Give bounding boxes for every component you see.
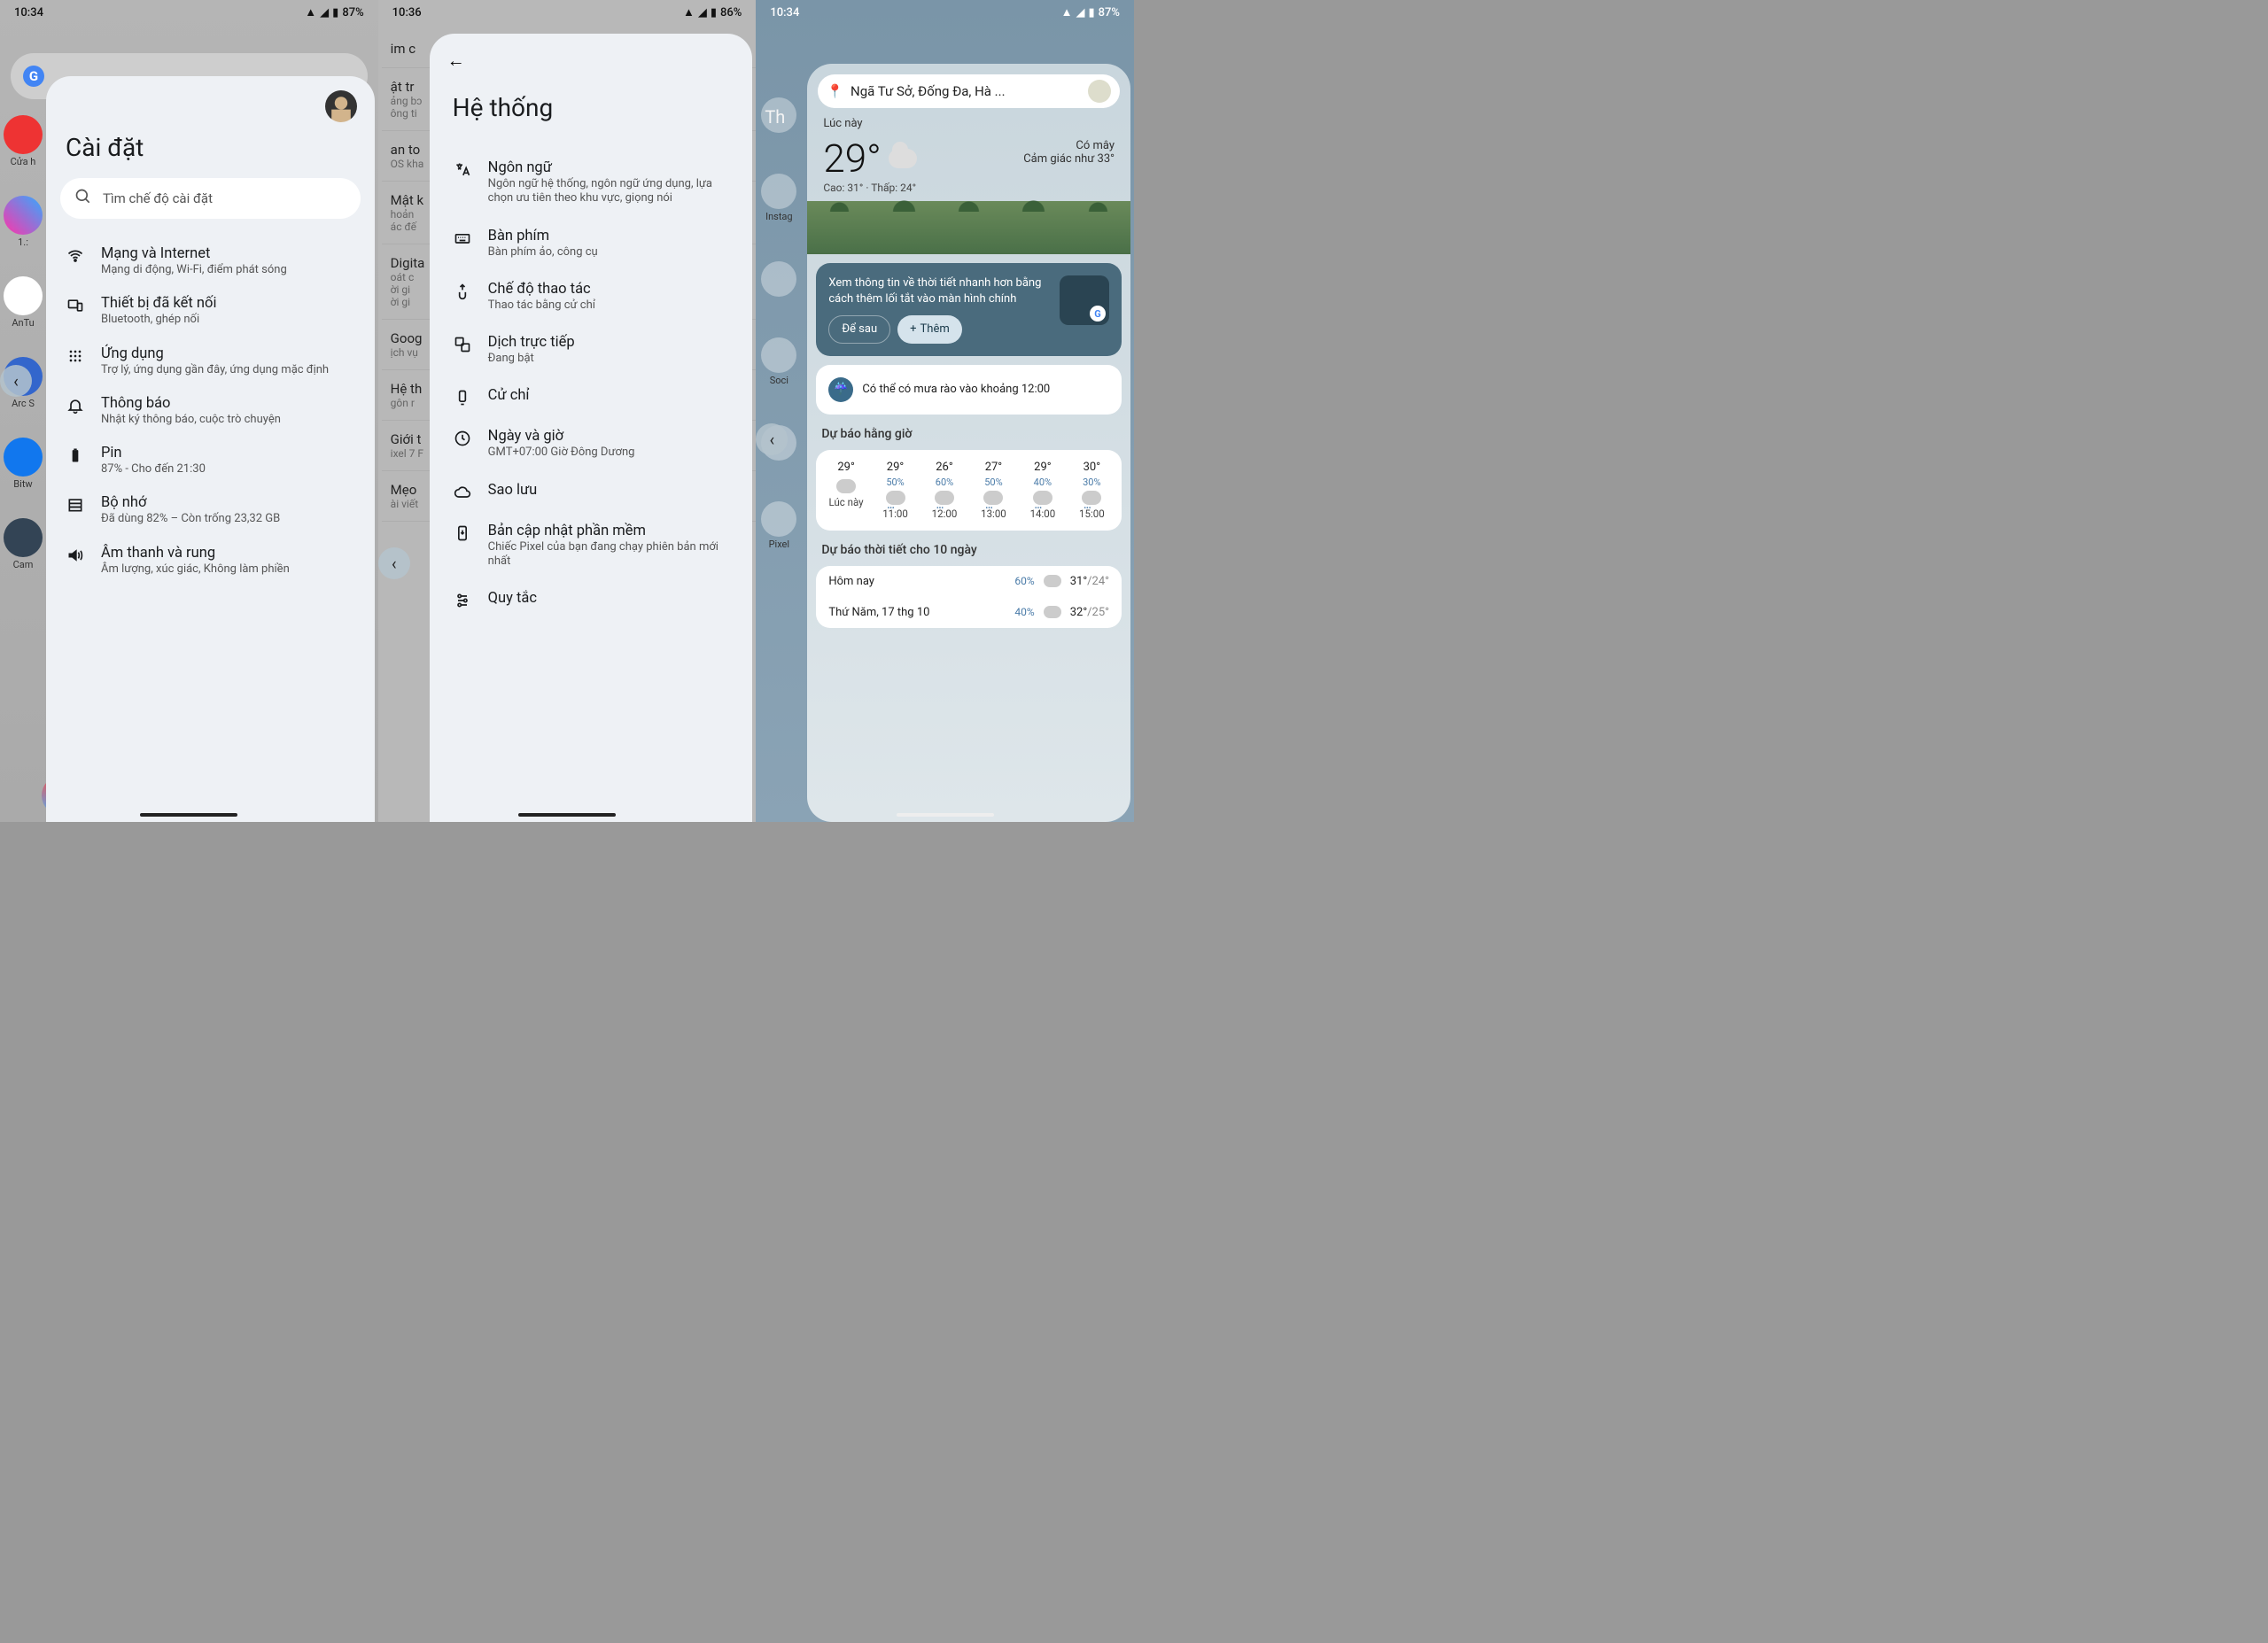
clock-icon [453, 430, 472, 447]
rain-alert-card[interactable]: ☔ Có thể có mưa rào vào khoảng 12:00 [816, 365, 1122, 415]
settings-row-devices[interactable]: Thiết bị đã kết nốiBluetooth, ghép nối [46, 286, 375, 336]
rules-icon [453, 592, 472, 609]
weather-icon [1044, 575, 1061, 587]
hour-col: 30° 30% 15:00 [1068, 461, 1116, 520]
settings-row-wifi[interactable]: Mạng và InternetMạng di động, Wi-Fi, điể… [46, 236, 375, 286]
sound-icon [66, 546, 85, 564]
hourly-forecast[interactable]: 29° Lúc này 29° 50% 11:00 26° 60% 12:00 … [816, 450, 1122, 531]
nav-pill[interactable] [140, 813, 237, 817]
search-placeholder: Tìm chế độ cài đặt [103, 190, 213, 206]
home-apps-column: Cửa h 1.: AnTu Arc S Bitw Cam [4, 115, 43, 570]
promo-preview [1060, 275, 1109, 325]
now-label: Lúc này [823, 117, 1115, 130]
settings-row-apps[interactable]: Ứng dụngTrợ lý, ứng dụng gần đây, ứng dụ… [46, 337, 375, 386]
daily-title: Dự báo thời tiết cho 10 ngày [807, 539, 1130, 562]
storage-icon [66, 496, 85, 514]
update-icon [453, 524, 472, 542]
later-button[interactable]: Để sau [828, 315, 890, 344]
settings-row-storage[interactable]: Bộ nhớĐã dùng 82% – Còn trống 23,32 GB [46, 485, 375, 535]
settings-search[interactable]: Tìm chế độ cài đặt [60, 178, 361, 219]
weather-icon [983, 491, 1003, 505]
notif-icon [66, 397, 85, 415]
system-row-clock[interactable]: Ngày và giờGMT+07:00 Giờ Đông Dương [430, 417, 753, 470]
status-right: ▲ ◢ ▮ 87% [305, 5, 363, 19]
home-apps-column: InstagSociPixel [761, 97, 796, 550]
back-button[interactable]: ← [430, 50, 753, 93]
wifi-icon: ▲ [305, 5, 316, 19]
hour-col: 26° 60% 12:00 [920, 461, 968, 520]
hand-icon [453, 389, 472, 407]
back-chevron[interactable]: ‹ [378, 547, 410, 579]
system-row-lang[interactable]: Ngôn ngữNgôn ngữ hệ thống, ngôn ngữ ứng … [430, 149, 753, 217]
weather-icon [836, 479, 856, 493]
cloud-icon [453, 484, 472, 501]
shortcut-promo-card: Xem thông tin về thời tiết nhanh hơn bằn… [816, 263, 1122, 356]
hour-col: 27° 50% 13:00 [969, 461, 1018, 520]
weather-sheet: 📍 Ngã Tư Sở, Đống Đa, Hà ... Lúc này 29°… [807, 64, 1130, 822]
devices-icon [66, 297, 85, 314]
nav-pill[interactable] [897, 813, 994, 817]
weather-icon [935, 491, 954, 505]
status-time: 10:36 [392, 6, 422, 19]
signal-icon: ◢ [320, 6, 329, 19]
system-row-translate[interactable]: Dịch trực tiếpĐang bật [430, 323, 753, 376]
settings-row-sound[interactable]: Âm thanh và rungÂm lượng, xúc giác, Khôn… [46, 536, 375, 585]
settings-row-notif[interactable]: Thông báoNhật ký thông báo, cuộc trò chu… [46, 386, 375, 436]
google-icon: G [23, 66, 44, 87]
settings-sheet: Cài đặt Tìm chế độ cài đặt Mạng và Inter… [46, 76, 375, 822]
hourly-title: Dự báo hằng giờ [807, 423, 1130, 446]
rain-icon: ☔ [828, 377, 853, 402]
weather-icon [1044, 606, 1061, 618]
system-row-cloud[interactable]: Sao lưu [430, 471, 753, 512]
lang-icon [453, 161, 472, 179]
status-time: 10:34 [770, 6, 799, 19]
hour-col: 29° 50% 11:00 [871, 461, 920, 520]
plus-icon: + [910, 322, 916, 337]
daily-forecast[interactable]: Hôm nay 60% 31°/24° Thứ Năm, 17 thg 10 4… [816, 566, 1122, 628]
day-row[interactable]: Hôm nay 60% 31°/24° [816, 566, 1122, 597]
location-text: Ngã Tư Sở, Đống Đa, Hà ... [850, 83, 1006, 99]
battery-icon: ▮ [332, 6, 338, 19]
hour-col: 29° Lúc này [821, 461, 870, 520]
system-row-keyboard[interactable]: Bàn phímBàn phím ảo, công cụ [430, 217, 753, 270]
system-sheet: ← Hệ thống Ngôn ngữNgôn ngữ hệ thống, ng… [430, 34, 753, 822]
settings-row-battery[interactable]: Pin87% - Cho đến 21:30 [46, 436, 375, 485]
wifi-icon [66, 247, 85, 265]
day-row[interactable]: Thứ Năm, 17 thg 10 40% 32°/25° [816, 597, 1122, 628]
gesture-icon [453, 283, 472, 300]
profile-avatar[interactable] [1088, 80, 1111, 103]
system-row-rules[interactable]: Quy tắc [430, 579, 753, 620]
current-temp: 29° [823, 139, 916, 178]
status-bar: 10:34 ▲◢▮87% [756, 0, 1134, 25]
cloud-icon [889, 149, 917, 168]
add-button[interactable]: +Thêm [897, 315, 962, 344]
condition: Có mây Cảm giác như 33° [1023, 139, 1115, 166]
hour-col: 29° 40% 14:00 [1018, 461, 1067, 520]
weather-icon [1033, 491, 1052, 505]
location-pill[interactable]: 📍 Ngã Tư Sở, Đống Đa, Hà ... [818, 74, 1120, 108]
apps-icon [66, 347, 85, 365]
weather-icon [1082, 491, 1101, 505]
weather-icon [886, 491, 905, 505]
system-row-update[interactable]: Bản cập nhật phần mềmChiếc Pixel của bạn… [430, 512, 753, 580]
back-chevron[interactable]: ‹ [0, 365, 32, 397]
search-icon [74, 188, 92, 209]
illustration [807, 201, 1130, 254]
nav-pill[interactable] [518, 813, 616, 817]
profile-avatar[interactable] [325, 90, 357, 122]
pin-icon: 📍 [827, 83, 843, 99]
page-title: Cài đặt [46, 129, 375, 178]
translate-icon [453, 336, 472, 353]
status-time: 10:34 [14, 6, 43, 19]
battery-icon [66, 446, 85, 464]
page-title: Hệ thống [430, 93, 753, 149]
system-row-gesture[interactable]: Chế độ thao tácThao tác bằng cử chỉ [430, 270, 753, 323]
keyboard-icon [453, 229, 472, 247]
system-row-hand[interactable]: Cử chỉ [430, 376, 753, 417]
status-bar: 10:34 ▲ ◢ ▮ 87% [0, 0, 378, 25]
status-bar: 10:36 ▲◢▮86% [378, 0, 757, 25]
